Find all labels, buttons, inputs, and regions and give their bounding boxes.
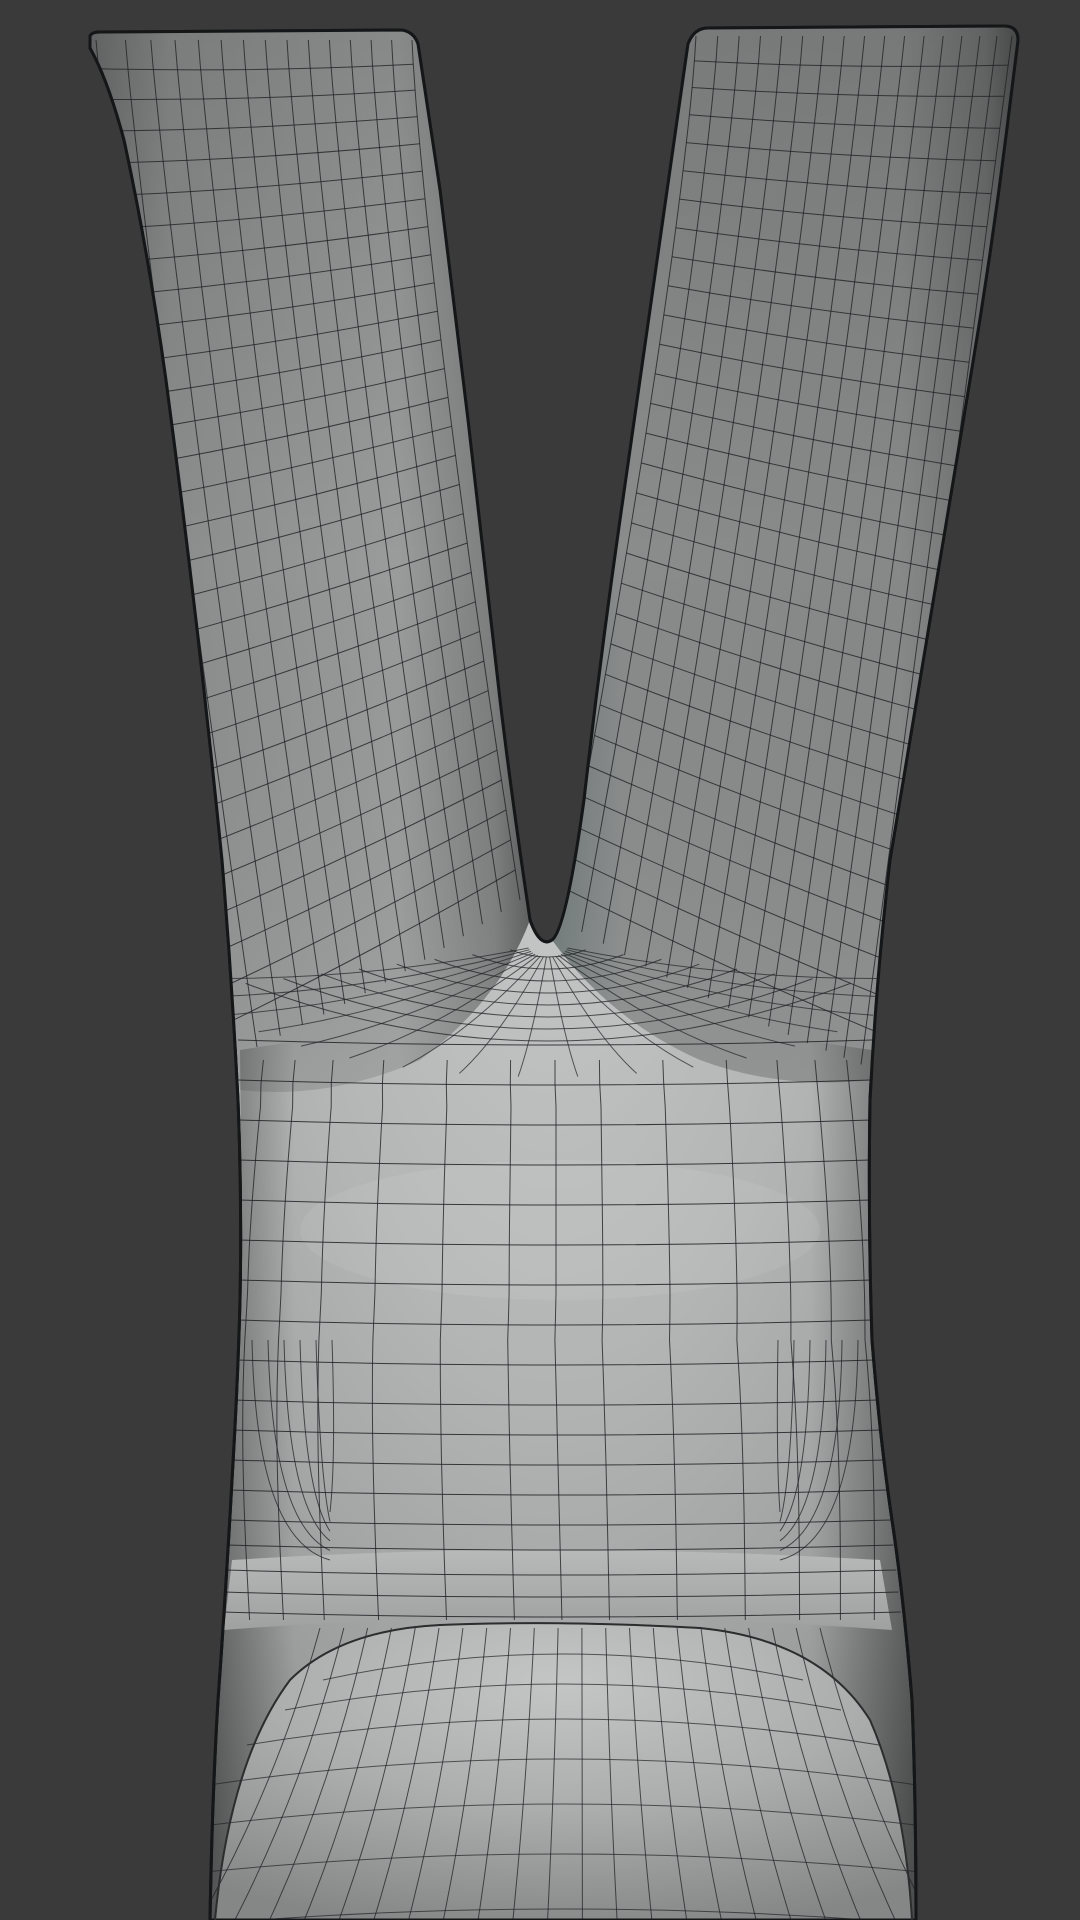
mesh-object[interactable]: [88, 24, 1031, 1920]
3d-viewport[interactable]: [0, 0, 1080, 1920]
specular-highlight: [300, 1160, 820, 1300]
wire-edge: [581, 1627, 583, 1920]
mesh-render: [88, 24, 1031, 1920]
mesh-left-arm-shade: [90, 30, 530, 1092]
mesh-right-arm-shade: [552, 26, 1018, 1083]
